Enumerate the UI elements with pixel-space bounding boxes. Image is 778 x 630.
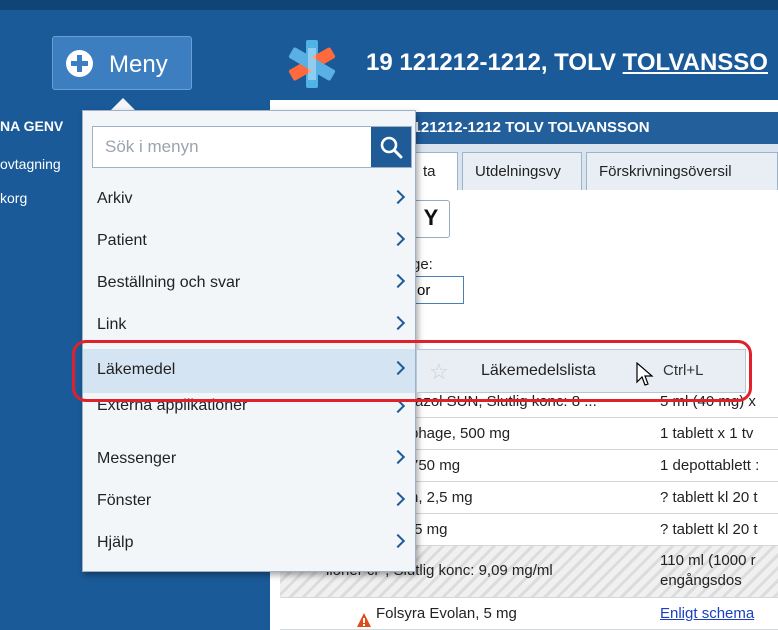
menu-item-label: Messenger (97, 450, 177, 467)
patient-header: 19 121212-1212, TOLV TOLVANSSO (366, 49, 778, 77)
filter-value: or (417, 282, 431, 299)
tab-lista[interactable]: ta (410, 152, 458, 190)
menu-item-hjalp[interactable]: Hjälp (83, 522, 415, 564)
chevron-right-icon (390, 533, 406, 549)
menu-item-messenger[interactable]: Messenger (83, 438, 415, 480)
tab-forskrivningsoversikt[interactable]: Förskrivningsöversil (586, 152, 778, 190)
warning-icon (357, 613, 371, 627)
menu-item-label: Arkiv (97, 190, 133, 207)
tab-label: ta (423, 163, 436, 180)
tab-label: Förskrivningsöversil (599, 163, 732, 180)
branch-tool-icon[interactable]: Y (412, 200, 450, 238)
menu-item-label: Hjälp (97, 534, 134, 551)
drug-name: 750 mg (410, 457, 461, 474)
chevron-right-icon (390, 315, 406, 331)
patient-surname-link[interactable]: TOLVANSSO (623, 49, 768, 76)
menu-item-label: Link (97, 316, 127, 333)
menu-item-arkiv[interactable]: Arkiv (83, 178, 415, 220)
menu-item-patient[interactable]: Patient (83, 220, 415, 262)
menu-item-label: Patient (97, 232, 147, 249)
chevron-right-icon (390, 273, 406, 289)
chevron-right-icon (390, 449, 406, 465)
menu-item-fonster[interactable]: Fönster (83, 480, 415, 522)
filter-field[interactable]: or (412, 276, 464, 304)
menu-button-label: Meny (109, 51, 168, 78)
left-panel-line: NA GENV (0, 118, 64, 134)
patient-id: 19 121212-1212, (366, 49, 548, 76)
drug-dose: ? tablett kl 20 t (660, 521, 758, 538)
top-strip (0, 0, 778, 10)
tab-utdelningsvy[interactable]: Utdelningsvy (462, 152, 582, 190)
drug-name: n, 2,5 mg (410, 489, 473, 506)
chevron-right-icon (390, 189, 406, 205)
drug-dose: 110 ml (1000 r (660, 552, 756, 569)
drug-dose: 1 depottablett : (660, 457, 760, 474)
search-icon (380, 136, 403, 159)
left-panel-line[interactable]: ovtagning (0, 156, 61, 172)
drug-name: phage, 500 mg (410, 425, 511, 442)
highlight-annotation (72, 340, 752, 402)
drug-name: Folsyra Evolan, 5 mg (376, 605, 517, 622)
menu-item-bestallning-och-svar[interactable]: Beställning och svar (83, 262, 415, 304)
plus-icon (66, 50, 93, 77)
star-of-life-logo-icon (288, 40, 336, 88)
menu-button[interactable]: Meny (52, 36, 192, 90)
drug-name: ,5 mg (410, 521, 448, 538)
drug-dose: 1 tablett x 1 tv (660, 425, 754, 442)
schedule-link[interactable]: Enligt schema (660, 605, 778, 622)
menu-item-label: Beställning och svar (97, 274, 241, 291)
drug-dose-line2: engångsdos (660, 572, 742, 589)
tab-label: Utdelningsvy (475, 163, 561, 180)
left-panel-line[interactable]: korg (0, 190, 27, 206)
menu-search-input[interactable] (93, 127, 365, 167)
content-header-text: 9 121212-1212 TOLV TOLVANSSON (400, 119, 650, 136)
menu-item-label: Fönster (97, 492, 152, 509)
menu-search (92, 126, 412, 168)
patient-given-name: TOLV (554, 49, 616, 76)
drug-dose: ? tablett kl 20 t (660, 489, 758, 506)
chevron-right-icon (390, 231, 406, 247)
search-button[interactable] (371, 127, 411, 167)
table-row[interactable]: Folsyra Evolan, 5 mg Enligt schema (280, 598, 778, 630)
chevron-right-icon (390, 491, 406, 507)
